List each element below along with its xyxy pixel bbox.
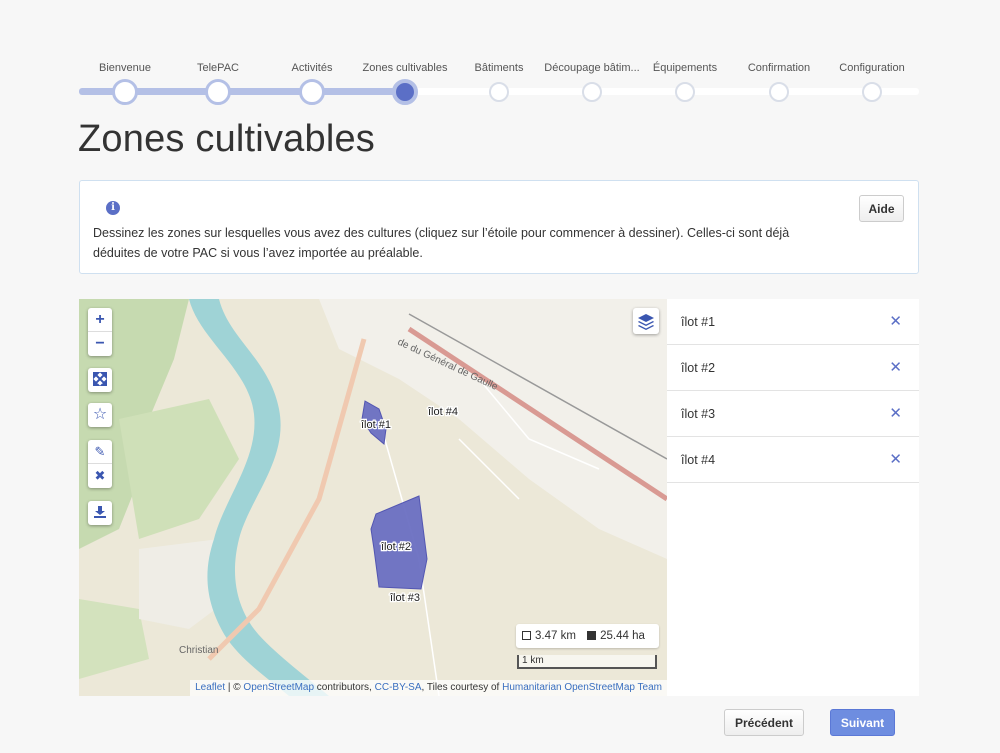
map-label-plot-3: îlot #3 [389,592,420,604]
step-dot [392,79,418,105]
area-value: 25.44 ha [600,630,645,642]
download-control [88,501,112,525]
attribution-tiles: , Tiles courtesy of [421,682,503,693]
info-text: Dessinez les zones sur lesquelles vous a… [93,226,790,260]
layers-button[interactable] [633,308,659,334]
hot-link[interactable]: Humanitarian OpenStreetMap Team [502,682,662,693]
step-label: Équipements [652,62,718,74]
step-label: Confirmation [747,62,811,74]
close-icon[interactable]: ✕ [889,450,902,468]
step-dot [489,82,509,102]
osm-link[interactable]: OpenStreetMap [243,682,314,693]
step-label: Bâtiments [474,62,524,74]
list-item[interactable]: îlot #3 ✕ [667,391,919,437]
draw-star-control: ☆ [88,403,112,427]
download-icon [94,506,106,518]
scale-bar: 1 km [517,655,657,669]
attribution-separator: | © [225,682,244,693]
step-dot [112,79,138,105]
license-link[interactable]: CC-BY-SA [375,682,422,693]
measure-readout: 3.47 km 25.44 ha [516,624,659,648]
step-label: Zones cultivables [362,62,448,74]
leaflet-link[interactable]: Leaflet [195,682,225,693]
map-label-plot-1: îlot #1 [360,419,391,431]
perimeter-icon [522,631,531,640]
step-label: TelePAC [197,62,239,74]
next-button[interactable]: Suivant [830,709,895,736]
plot-label: îlot #2 [681,361,716,375]
plot-label: îlot #1 [681,315,716,329]
edit-controls: ✎ ✖ [88,440,112,488]
step-label: Activités [291,62,333,74]
map-view[interactable]: de du Général de Gaulle Christian îlot #… [79,299,667,696]
page-title: Zones cultivables [78,118,375,160]
step-batiments[interactable]: Bâtiments [449,60,549,102]
step-label: Découpage bâtim... [544,62,640,74]
step-dot [769,82,789,102]
previous-button[interactable]: Précédent [724,709,804,736]
close-icon[interactable]: ✕ [889,358,902,376]
list-item[interactable]: îlot #4 ✕ [667,437,919,483]
step-bienvenue[interactable]: Bienvenue [75,60,175,105]
map-attribution: Leaflet | © OpenStreetMap contributors, … [190,680,667,696]
list-item[interactable]: îlot #1 ✕ [667,299,919,345]
close-icon[interactable]: ✕ [889,312,902,330]
step-label: Bienvenue [99,62,151,74]
list-item[interactable]: îlot #2 ✕ [667,345,919,391]
map-label-town: Christian [179,645,218,656]
close-icon[interactable]: ✕ [889,404,902,422]
attribution-contributors: contributors, [314,682,375,693]
info-icon: i [106,201,120,215]
zoom-in-button[interactable]: + [88,308,112,332]
wizard-stepper: Bienvenue TelePAC Activités Zones cultiv… [79,60,919,105]
step-configuration[interactable]: Configuration [822,60,922,102]
map-label-plot-2: îlot #2 [380,541,411,553]
step-zones-cultivables[interactable]: Zones cultivables [355,60,455,105]
zoom-out-button[interactable]: − [88,332,112,356]
layers-icon [638,314,654,330]
map-label-plot-4: îlot #4 [427,406,458,418]
step-dot [675,82,695,102]
step-decoupage-batiments[interactable]: Découpage bâtim... [542,60,642,102]
area-icon [587,631,597,640]
step-dot [299,79,325,105]
perimeter-value: 3.47 km [535,630,576,642]
fullscreen-control [88,368,112,392]
zoom-controls: + − [88,308,112,356]
fullscreen-button[interactable] [88,368,112,392]
step-dot [582,82,602,102]
pencil-icon[interactable]: ✎ [88,440,112,464]
help-button[interactable]: Aide [859,195,904,222]
step-label: Configuration [839,62,905,74]
step-activites[interactable]: Activités [262,60,362,105]
delete-icon[interactable]: ✖ [88,464,112,488]
fullscreen-icon [93,372,107,386]
step-equipements[interactable]: Équipements [635,60,735,102]
info-panel: i Dessinez les zones sur lesquelles vous… [79,180,919,274]
step-telepac[interactable]: TelePAC [168,60,268,105]
plot-list: îlot #1 ✕ îlot #2 ✕ îlot #3 ✕ îlot #4 ✕ [667,299,919,696]
star-icon[interactable]: ☆ [88,403,112,427]
step-dot [862,82,882,102]
download-button[interactable] [88,501,112,525]
plot-label: îlot #4 [681,453,716,467]
plot-label: îlot #3 [681,407,716,421]
step-dot [205,79,231,105]
step-confirmation[interactable]: Confirmation [729,60,829,102]
